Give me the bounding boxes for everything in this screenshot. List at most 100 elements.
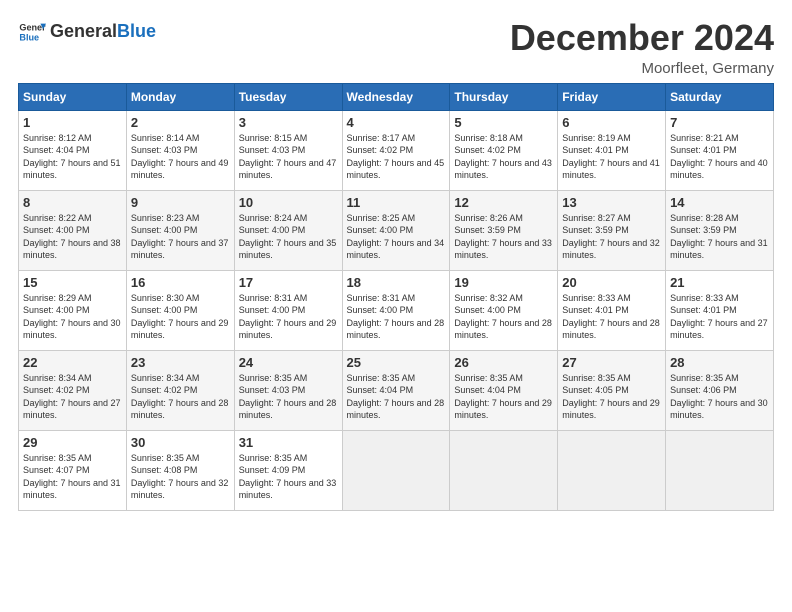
day-info: Sunrise: 8:31 AMSunset: 4:00 PMDaylight:… [347,293,445,341]
calendar-cell: 6 Sunrise: 8:19 AMSunset: 4:01 PMDaylight… [558,110,666,190]
day-info: Sunrise: 8:35 AMSunset: 4:09 PMDaylight:… [239,453,337,501]
week-row-5: 29 Sunrise: 8:35 AMSunset: 4:07 PMDayligh… [19,430,774,510]
day-number: 16 [131,275,230,290]
header-row: General Blue GeneralBlue December 2024 M… [18,18,774,77]
day-info: Sunrise: 8:24 AMSunset: 4:00 PMDaylight:… [239,213,337,261]
calendar-cell: 24Sunrise: 8:35 AMSunset: 4:03 PMDayligh… [234,350,342,430]
day-number: 19 [454,275,553,290]
calendar-container: General Blue GeneralBlue December 2024 M… [0,0,792,521]
day-number: 8 [23,195,122,210]
day-number: 21 [670,275,769,290]
day-info: Sunrise: 8:28 AMSunset: 3:59 PMDaylight:… [670,213,768,261]
day-number: 7 [670,115,769,130]
svg-text:Blue: Blue [19,32,39,42]
calendar-cell: 31 Sunrise: 8:35 AMSunset: 4:09 PMDayligh… [234,430,342,510]
day-info: Sunrise: 8:33 AMSunset: 4:01 PMDaylight:… [670,293,768,341]
day-info: Sunrise: 8:35 AMSunset: 4:04 PMDaylight:… [347,373,445,421]
day-info: Sunrise: 8:34 AMSunset: 4:02 PMDaylight:… [131,373,229,421]
calendar-cell: 4Sunrise: 8:17 AMSunset: 4:02 PMDaylight… [342,110,450,190]
calendar-cell [558,430,666,510]
calendar-cell: 28 Sunrise: 8:35 AMSunset: 4:06 PMDayligh… [666,350,774,430]
calendar-cell: 25 Sunrise: 8:35 AMSunset: 4:04 PMDayligh… [342,350,450,430]
calendar-cell: 9Sunrise: 8:23 AMSunset: 4:00 PMDaylight… [126,190,234,270]
calendar-cell: 1Sunrise: 8:12 AMSunset: 4:04 PMDaylight… [19,110,127,190]
location: Moorfleet, Germany [510,60,774,77]
week-row-2: 8Sunrise: 8:22 AMSunset: 4:00 PMDaylight… [19,190,774,270]
header-thursday: Thursday [450,83,558,110]
calendar-table: SundayMondayTuesdayWednesdayThursdayFrid… [18,83,774,511]
day-info: Sunrise: 8:18 AMSunset: 4:02 PMDaylight:… [454,133,552,181]
calendar-cell: 26 Sunrise: 8:35 AMSunset: 4:04 PMDayligh… [450,350,558,430]
month-title: December 2024 [510,18,774,58]
day-info: Sunrise: 8:35 AMSunset: 4:04 PMDaylight:… [454,373,552,421]
day-number: 20 [562,275,661,290]
calendar-cell: 21 Sunrise: 8:33 AMSunset: 4:01 PMDayligh… [666,270,774,350]
logo: General Blue GeneralBlue [18,18,156,46]
header-monday: Monday [126,83,234,110]
calendar-cell: 5 Sunrise: 8:18 AMSunset: 4:02 PMDaylight… [450,110,558,190]
day-info: Sunrise: 8:34 AMSunset: 4:02 PMDaylight:… [23,373,121,421]
day-number: 25 [347,355,446,370]
header-row-days: SundayMondayTuesdayWednesdayThursdayFrid… [19,83,774,110]
day-number: 4 [347,115,446,130]
calendar-cell: 20 Sunrise: 8:33 AMSunset: 4:01 PMDayligh… [558,270,666,350]
calendar-cell [450,430,558,510]
week-row-3: 15 Sunrise: 8:29 AMSunset: 4:00 PMDayligh… [19,270,774,350]
logo-text: GeneralBlue [50,21,156,43]
day-info: Sunrise: 8:19 AMSunset: 4:01 PMDaylight:… [562,133,660,181]
day-info: Sunrise: 8:35 AMSunset: 4:07 PMDaylight:… [23,453,121,501]
calendar-cell: 13 Sunrise: 8:27 AMSunset: 3:59 PMDayligh… [558,190,666,270]
header-friday: Friday [558,83,666,110]
calendar-cell: 7Sunrise: 8:21 AMSunset: 4:01 PMDaylight… [666,110,774,190]
day-number: 28 [670,355,769,370]
day-number: 18 [347,275,446,290]
day-number: 2 [131,115,230,130]
day-number: 6 [562,115,661,130]
day-info: Sunrise: 8:15 AMSunset: 4:03 PMDaylight:… [239,133,337,181]
header-sunday: Sunday [19,83,127,110]
calendar-cell [666,430,774,510]
calendar-cell: 30Sunrise: 8:35 AMSunset: 4:08 PMDayligh… [126,430,234,510]
day-number: 1 [23,115,122,130]
logo-icon: General Blue [18,18,46,46]
calendar-cell: 2Sunrise: 8:14 AMSunset: 4:03 PMDaylight… [126,110,234,190]
calendar-cell: 11 Sunrise: 8:25 AMSunset: 4:00 PMDayligh… [342,190,450,270]
header-tuesday: Tuesday [234,83,342,110]
day-number: 14 [670,195,769,210]
day-info: Sunrise: 8:33 AMSunset: 4:01 PMDaylight:… [562,293,660,341]
day-number: 5 [454,115,553,130]
calendar-cell: 23 Sunrise: 8:34 AMSunset: 4:02 PMDayligh… [126,350,234,430]
day-info: Sunrise: 8:27 AMSunset: 3:59 PMDaylight:… [562,213,660,261]
calendar-cell: 10Sunrise: 8:24 AMSunset: 4:00 PMDayligh… [234,190,342,270]
day-number: 22 [23,355,122,370]
day-number: 9 [131,195,230,210]
day-info: Sunrise: 8:30 AMSunset: 4:00 PMDaylight:… [131,293,229,341]
calendar-cell: 27Sunrise: 8:35 AMSunset: 4:05 PMDayligh… [558,350,666,430]
day-number: 3 [239,115,338,130]
day-info: Sunrise: 8:35 AMSunset: 4:08 PMDaylight:… [131,453,229,501]
calendar-cell: 12Sunrise: 8:26 AMSunset: 3:59 PMDayligh… [450,190,558,270]
day-number: 15 [23,275,122,290]
day-number: 11 [347,195,446,210]
calendar-cell: 17 Sunrise: 8:31 AMSunset: 4:00 PMDayligh… [234,270,342,350]
day-number: 29 [23,435,122,450]
header-saturday: Saturday [666,83,774,110]
title-block: December 2024 Moorfleet, Germany [510,18,774,77]
calendar-cell: 19Sunrise: 8:32 AMSunset: 4:00 PMDayligh… [450,270,558,350]
calendar-cell: 3 Sunrise: 8:15 AMSunset: 4:03 PMDaylight… [234,110,342,190]
day-number: 13 [562,195,661,210]
day-info: Sunrise: 8:29 AMSunset: 4:00 PMDaylight:… [23,293,121,341]
day-number: 27 [562,355,661,370]
day-number: 26 [454,355,553,370]
day-number: 31 [239,435,338,450]
calendar-cell [342,430,450,510]
calendar-cell: 16 Sunrise: 8:30 AMSunset: 4:00 PMDayligh… [126,270,234,350]
day-info: Sunrise: 8:31 AMSunset: 4:00 PMDaylight:… [239,293,337,341]
calendar-cell: 22 Sunrise: 8:34 AMSunset: 4:02 PMDayligh… [19,350,127,430]
day-number: 23 [131,355,230,370]
calendar-cell: 18 Sunrise: 8:31 AMSunset: 4:00 PMDayligh… [342,270,450,350]
day-info: Sunrise: 8:35 AMSunset: 4:06 PMDaylight:… [670,373,768,421]
day-number: 17 [239,275,338,290]
day-info: Sunrise: 8:25 AMSunset: 4:00 PMDaylight:… [347,213,445,261]
calendar-cell: 29 Sunrise: 8:35 AMSunset: 4:07 PMDayligh… [19,430,127,510]
